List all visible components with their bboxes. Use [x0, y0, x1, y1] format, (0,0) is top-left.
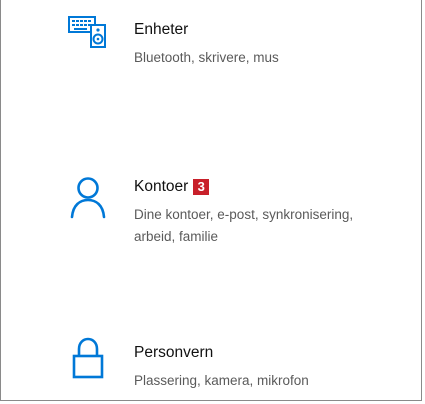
- privacy-title: Personvern: [134, 344, 214, 361]
- devices-title: Enheter: [134, 21, 189, 38]
- lock-icon: [65, 336, 111, 382]
- devices-description: Bluetooth, skrivere, mus: [134, 50, 279, 65]
- settings-item-privacy[interactable]: Personvern Plassering, kamera, mikrofon: [1, 330, 421, 390]
- person-icon: [65, 175, 111, 221]
- accounts-title: Kontoer: [134, 178, 189, 195]
- settings-item-accounts[interactable]: Kontoer 3 Dine kontoer, e-post, synkroni…: [1, 165, 421, 255]
- item-title: Enheter: [134, 20, 374, 40]
- privacy-description: Plassering, kamera, mikrofon: [134, 373, 309, 388]
- step-badge: 3: [193, 179, 210, 195]
- devices-icon: [65, 14, 111, 60]
- settings-item-devices[interactable]: Enheter Bluetooth, skrivere, mus: [1, 10, 421, 70]
- accounts-description: Dine kontoer, e-post, synkronisering, ar…: [134, 207, 354, 244]
- item-title: Kontoer 3: [134, 177, 374, 197]
- item-title: Personvern: [134, 343, 374, 363]
- settings-panel: Enheter Bluetooth, skrivere, mus Kontoer…: [0, 0, 422, 401]
